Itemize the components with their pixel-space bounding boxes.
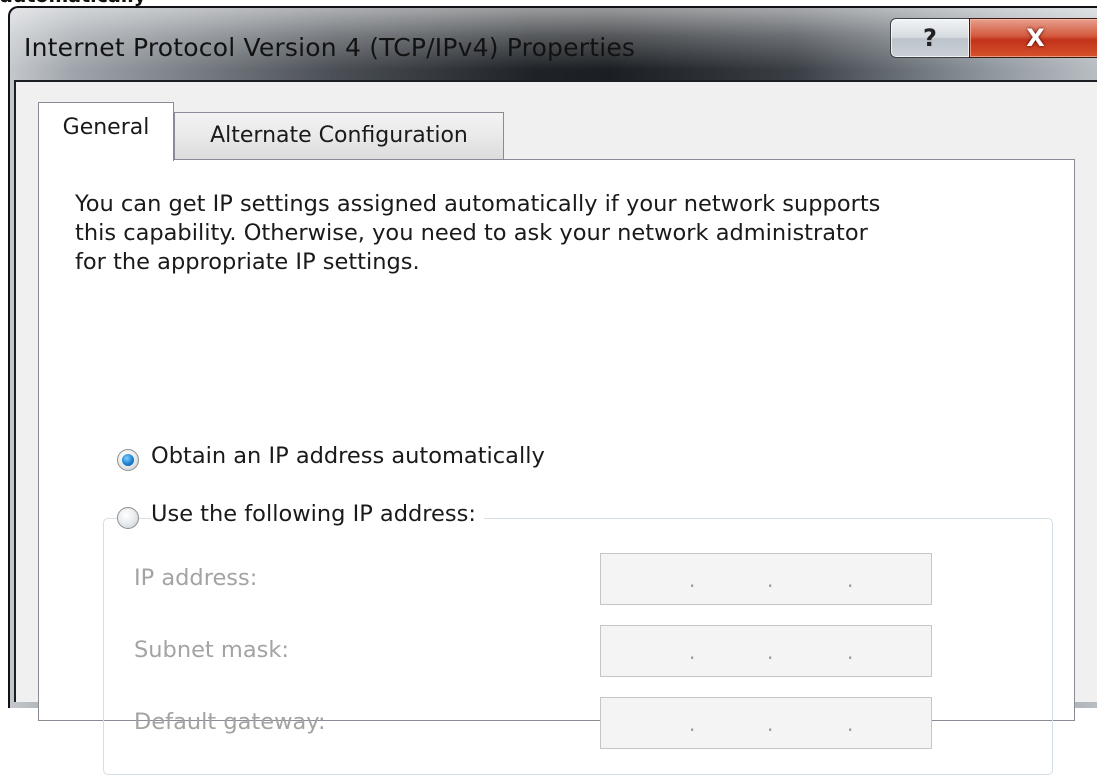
ip-octet-separator: . [847,640,854,664]
general-tab-panel: You can get IP settings assigned automat… [38,159,1075,775]
ip-octet-separator: . [847,712,854,736]
ip-address-field[interactable]: . . . [600,553,932,605]
caption-buttons: ? X [890,18,1097,62]
close-button[interactable]: X [969,18,1097,58]
close-icon: X [1026,24,1045,52]
use-static-ip-label[interactable]: Use the following IP address: [151,501,484,527]
ip-octet-separator: . [689,640,696,664]
ip-octet-separator: . [767,568,774,592]
tab-alternate-configuration[interactable]: Alternate Configuration [174,112,504,159]
subnet-mask-label: Subnet mask: [134,637,289,663]
obtain-ip-radio[interactable] [117,449,139,471]
tab-general[interactable]: General [38,102,174,161]
help-button[interactable]: ? [890,18,970,58]
ip-address-label: IP address: [134,565,258,591]
use-static-ip-radio[interactable] [117,507,139,529]
ip-octet-separator: . [767,640,774,664]
ip-octet-separator: . [767,712,774,736]
obtain-ip-label[interactable]: Obtain an IP address automatically [151,443,553,469]
default-gateway-field[interactable]: . . . [600,697,932,749]
ip-octet-separator: . [689,568,696,592]
ip-octet-separator: . [847,568,854,592]
default-gateway-label: Default gateway: [134,709,326,735]
static-ip-group: IP address: . . . Subnet mask: . . . Def… [103,518,1053,775]
subnet-mask-field[interactable]: . . . [600,625,932,677]
ip-octet-separator: . [689,712,696,736]
window-title: Internet Protocol Version 4 (TCP/IPv4) P… [24,33,636,62]
dialog-client-area: General Alternate Configuration You can … [14,80,1097,775]
intro-text: You can get IP settings assigned automat… [75,191,881,275]
help-icon: ? [923,24,937,52]
